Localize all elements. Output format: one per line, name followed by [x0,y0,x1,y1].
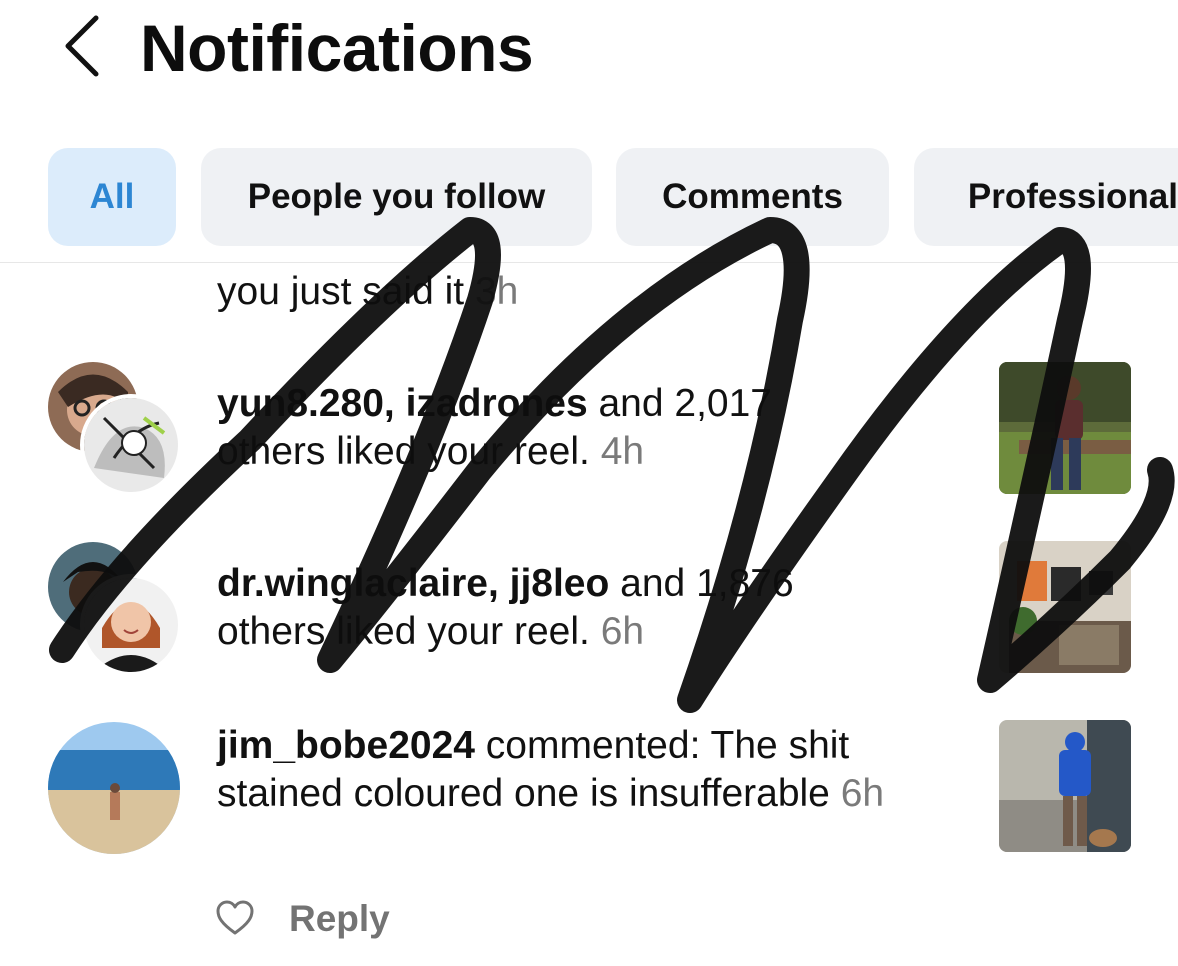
avatar[interactable] [48,722,180,854]
notification-item[interactable]: you just said it 3h [217,268,518,316]
notification-users[interactable]: yun8.280, izadrones [217,382,588,425]
notification-users[interactable]: jim_bobe2024 [217,724,475,767]
notification-time: 3h [474,270,519,313]
like-comment-button[interactable] [216,900,254,936]
heart-outline-icon [216,900,254,935]
back-button[interactable] [58,12,106,80]
header: Notifications [0,0,1178,110]
notification-item[interactable]: jim_bobe2024 commented: The shit stained… [217,722,957,818]
notification-time: 6h [840,772,885,815]
page-title: Notifications [140,11,534,85]
reel-thumbnail[interactable] [999,362,1131,494]
notifications-screen: Notifications All People you follow Comm… [0,0,1178,966]
notification-text: you just said it [217,270,465,313]
tab-people-you-follow[interactable]: People you follow [201,148,592,246]
notification-users[interactable]: dr.winglaclaire, jj8leo [217,562,609,605]
tab-comments[interactable]: Comments [616,148,889,246]
notification-time: 6h [600,610,645,653]
reel-thumbnail[interactable] [999,720,1131,852]
tab-professional[interactable]: Professional [914,148,1178,246]
filter-tabs: All People you follow Comments Professio… [0,148,1178,248]
avatar[interactable] [80,574,182,676]
divider [0,262,1178,263]
notification-item[interactable]: dr.winglaclaire, jj8leo and 1,876 others… [217,560,877,656]
tab-all[interactable]: All [48,148,176,246]
reel-thumbnail[interactable] [999,541,1131,673]
notification-time: 4h [600,430,645,473]
chevron-left-icon [65,15,99,77]
avatar[interactable] [80,394,182,496]
reply-button[interactable]: Reply [289,896,390,942]
notification-item[interactable]: yun8.280, izadrones and 2,017 others lik… [217,380,877,476]
